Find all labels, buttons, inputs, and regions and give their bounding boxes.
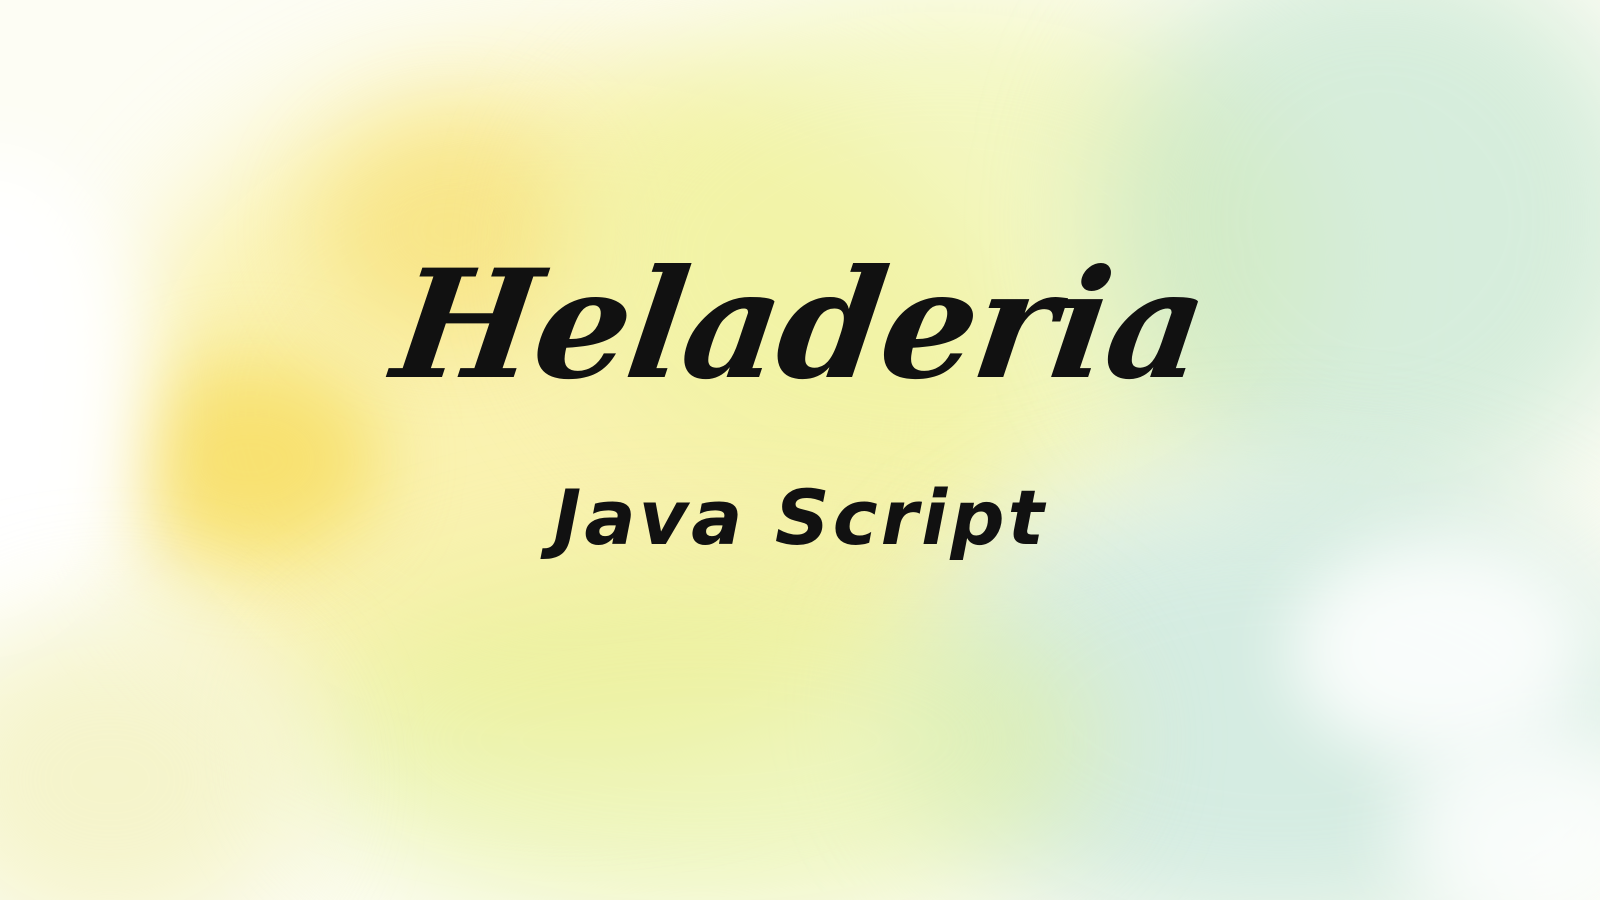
title-slide: Heladeria Java Script	[0, 0, 1600, 900]
watercolor-wash-lime	[300, 560, 1100, 900]
watercolor-wash-yellow	[0, 620, 300, 900]
watercolor-highlight	[0, 150, 140, 650]
slide-subtitle: Java Script	[553, 473, 1047, 562]
slide-title: Heladeria	[384, 237, 1216, 413]
